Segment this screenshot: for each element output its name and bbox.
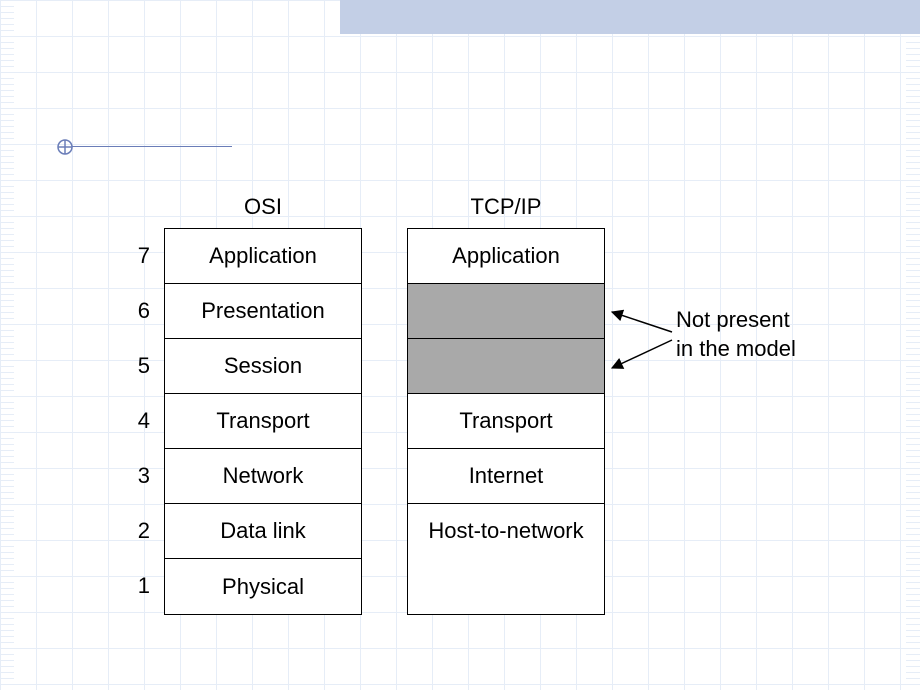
osi-layer-presentation: Presentation xyxy=(165,284,361,339)
diagram-content: OSI TCP/IP 7 6 5 4 3 2 1 Application Pre… xyxy=(0,0,920,690)
osi-layer-network: Network xyxy=(165,449,361,504)
layer-numbers: 7 6 5 4 3 2 1 xyxy=(126,228,150,613)
annotation-line2: in the model xyxy=(676,335,796,364)
osi-layer-session: Session xyxy=(165,339,361,394)
osi-layer-transport: Transport xyxy=(165,394,361,449)
layer-number: 1 xyxy=(126,558,150,613)
layer-number: 6 xyxy=(126,283,150,338)
tcpip-column-header: TCP/IP xyxy=(407,194,605,220)
osi-layer-physical: Physical xyxy=(165,559,361,614)
osi-stack: Application Presentation Session Transpo… xyxy=(164,228,362,615)
osi-layer-datalink: Data link xyxy=(165,504,361,559)
layer-number: 7 xyxy=(126,228,150,283)
osi-layer-application: Application xyxy=(165,229,361,284)
tcpip-layer-internet: Internet xyxy=(408,449,604,504)
layer-number: 2 xyxy=(126,503,150,558)
tcpip-layer-empty-session xyxy=(408,339,604,394)
tcpip-layer-empty-presentation xyxy=(408,284,604,339)
layer-number: 3 xyxy=(126,448,150,503)
osi-column-header: OSI xyxy=(164,194,362,220)
layer-number: 5 xyxy=(126,338,150,393)
annotation-text: Not present in the model xyxy=(676,306,796,363)
tcpip-layer-host-to-network: Host-to-network xyxy=(408,504,604,614)
tcpip-layer-application: Application xyxy=(408,229,604,284)
annotation-line1: Not present xyxy=(676,306,796,335)
layer-number: 4 xyxy=(126,393,150,448)
tcpip-stack: Application Transport Internet Host-to-n… xyxy=(407,228,605,615)
tcpip-layer-transport: Transport xyxy=(408,394,604,449)
